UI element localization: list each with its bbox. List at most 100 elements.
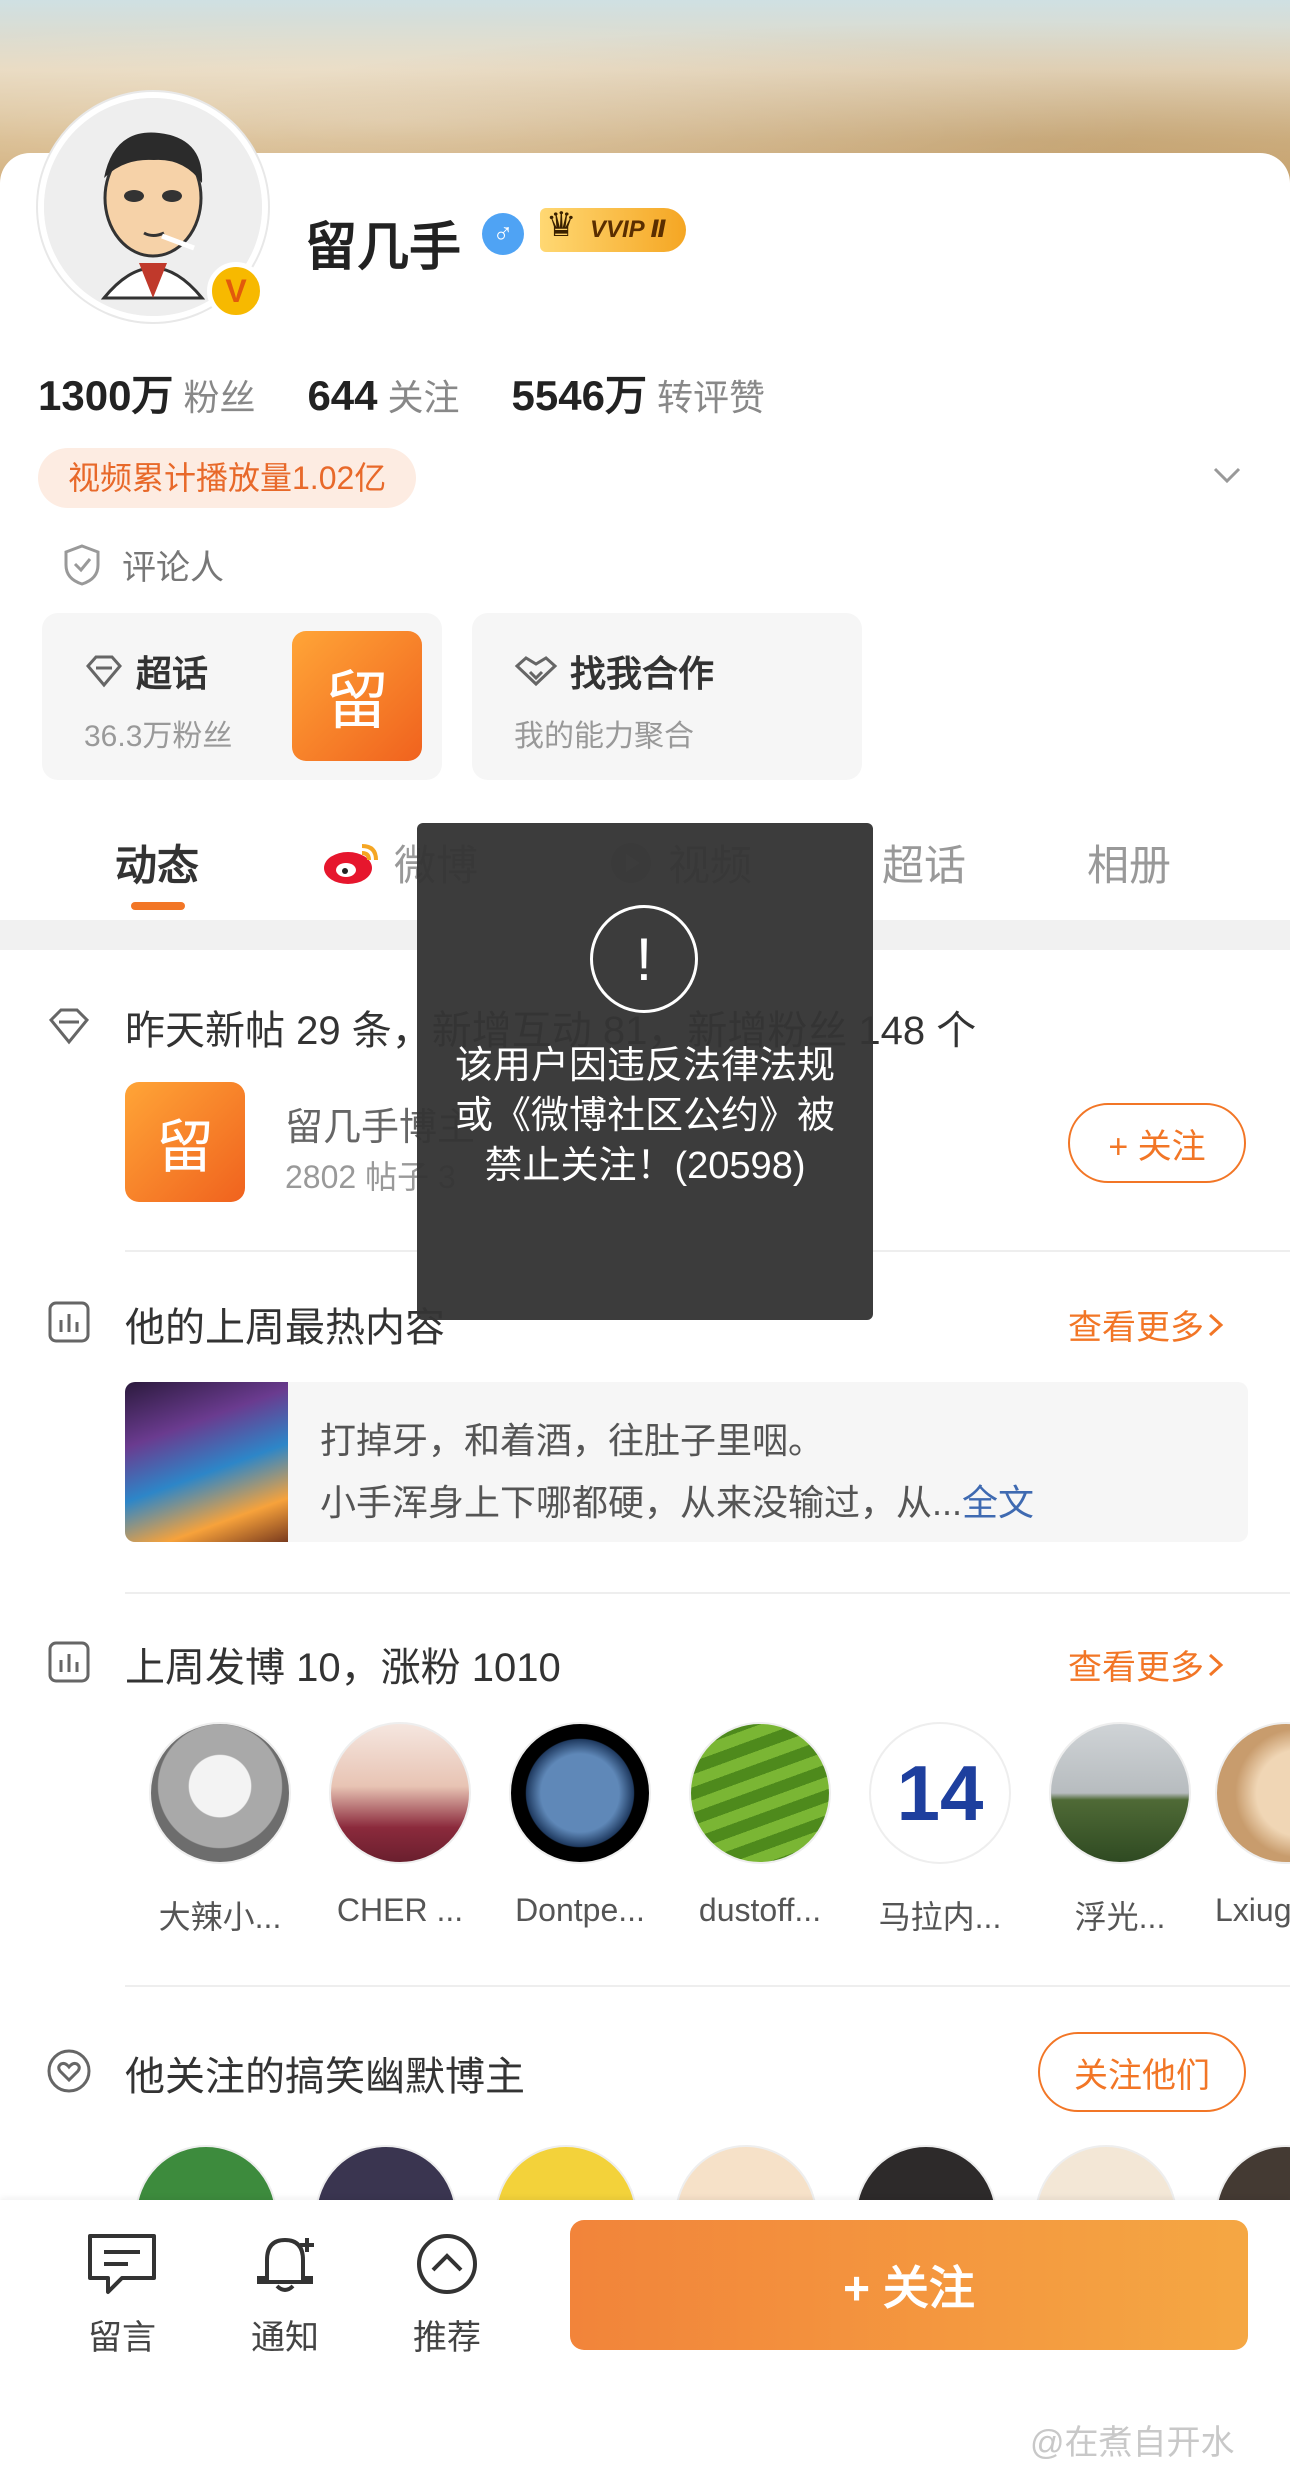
user-avatar [1215, 1722, 1290, 1864]
user-avatar [149, 1722, 291, 1864]
chevron-right-icon [1208, 1653, 1224, 1676]
heart-icon [47, 2049, 91, 2093]
weekly-more-link[interactable]: 查看更多 [1068, 1640, 1228, 1689]
topic-logo[interactable]: 留 [125, 1082, 245, 1202]
chevron-down-icon[interactable] [1212, 460, 1242, 490]
recommend-button[interactable]: 推荐 [387, 2230, 507, 2359]
post-excerpt: 小手浑身上下哪都硬，从来没输过，从... [320, 1482, 963, 1523]
notify-button[interactable]: 通知 [225, 2230, 345, 2359]
tab-supertopic[interactable]: 超话 [882, 832, 966, 893]
user-avatar[interactable] [1035, 2145, 1177, 2200]
toast-message: 该用户因违反法律法规或《微博社区公约》被禁止关注！(20598) [454, 1045, 835, 1187]
user-avatar[interactable] [855, 2145, 997, 2200]
post-line-2: 小手浑身上下哪都硬，从来没输过，从...全文 [320, 1474, 1034, 1526]
video-plays-pill[interactable]: 视频累计播放量1.02亿 [38, 448, 417, 508]
error-toast: ! 该用户因违反法律法规或《微博社区公约》被禁止关注！(20598) [417, 823, 873, 1320]
stat-interactions[interactable]: 5546万 转评赞 [512, 362, 765, 423]
tile-subtitle: 36.3万粉丝 [84, 720, 233, 753]
profile-stats: 1300万 粉丝 644 关注 5546万 转评赞 [38, 362, 817, 423]
follow-button[interactable]: + 关注 [570, 2220, 1248, 2350]
tile-subtitle: 我的能力聚合 [514, 720, 694, 753]
user-name: 大辣小... [158, 1899, 282, 1935]
full-text-link[interactable]: 全文 [962, 1482, 1034, 1523]
user-item[interactable]: Lxiug [1215, 1722, 1290, 1929]
tile-title-text: 找我合作 [570, 653, 715, 694]
stat-value: 644 [307, 372, 378, 419]
post-thumbnail [125, 1382, 288, 1542]
handshake-icon [514, 656, 558, 687]
chevron-right-icon [1208, 1313, 1224, 1336]
tile-title: 找我合作 [514, 645, 714, 697]
user-item[interactable]: CHER ... [315, 1722, 485, 1929]
stat-fans[interactable]: 1300万 粉丝 [38, 362, 255, 423]
hot-content-more-link[interactable]: 查看更多 [1068, 1300, 1228, 1349]
message-button[interactable]: 留言 [62, 2230, 182, 2359]
user-avatar[interactable] [1215, 2145, 1290, 2200]
stat-following[interactable]: 644 关注 [307, 369, 459, 421]
weekly-users-row: 大辣小... CHER ... Dontpe... dustoff... 14 … [135, 1722, 1290, 1942]
user-item[interactable]: 14 马拉内... [855, 1722, 1025, 1938]
verified-badge: V [207, 262, 265, 320]
chart-icon [48, 1641, 90, 1683]
more-label: 查看更多 [1068, 1309, 1204, 1347]
user-avatar [329, 1722, 471, 1864]
stat-label: 转评赞 [656, 377, 765, 418]
user-item[interactable]: dustoff... [675, 1722, 845, 1929]
divider [125, 1592, 1290, 1594]
bell-icon [257, 2237, 314, 2292]
user-name: dustoff... [698, 1892, 822, 1928]
crown-icon: ♛ [546, 206, 577, 244]
user-avatar[interactable] [315, 2145, 457, 2200]
chevron-up-circle-icon [417, 2234, 477, 2294]
user-avatar [1049, 1722, 1191, 1864]
stat-label: 粉丝 [183, 377, 256, 418]
divider [125, 1985, 1290, 1987]
diamond-icon [86, 655, 122, 688]
humor-title: 他关注的搞笑幽默博主 [125, 2055, 525, 2099]
user-item[interactable]: 大辣小... [135, 1722, 305, 1938]
user-avatar: 14 [869, 1722, 1011, 1864]
follow-topic-button[interactable]: + 关注 [1068, 1103, 1246, 1183]
comment-icon [88, 2234, 156, 2294]
user-item[interactable]: 浮光... [1035, 1722, 1205, 1938]
male-gender-icon: ♂ [482, 213, 524, 255]
user-name: Dontpe... [515, 1892, 645, 1928]
tab-dynamic[interactable]: 动态 [115, 832, 199, 893]
bottom-label: 通知 [251, 2319, 319, 2357]
humor-users-row [135, 2140, 1290, 2200]
stat-label: 关注 [387, 377, 460, 418]
user-avatar[interactable] [495, 2145, 637, 2200]
user-name: Lxiug [1215, 1892, 1290, 1928]
stat-value: 5546万 [511, 372, 647, 419]
chart-icon [48, 1301, 90, 1343]
user-name: 马拉内... [878, 1899, 1002, 1935]
follow-them-button[interactable]: 关注他们 [1038, 2032, 1246, 2112]
post-line-1: 打掉牙，和着酒，往肚子里咽。 [320, 1420, 825, 1461]
watermark: @在煮自开水 [1030, 2424, 1235, 2462]
weekly-summary: 上周发博 10，涨粉 1010 [125, 1646, 561, 1690]
role-row: 评论人 [62, 540, 224, 589]
user-avatar [509, 1722, 651, 1864]
warning-icon: ! [590, 905, 698, 1013]
active-tab-indicator [131, 902, 185, 910]
user-name: 浮光... [1074, 1899, 1166, 1935]
supertopic-tile[interactable]: 超话 36.3万粉丝 留 [42, 613, 442, 780]
gender-symbol: ♂ [492, 218, 514, 249]
more-label: 查看更多 [1068, 1649, 1204, 1687]
tile-title: 超话 [84, 645, 208, 697]
tile-title-text: 超话 [136, 653, 209, 694]
supertopic-logo: 留 [292, 631, 422, 761]
user-avatar[interactable] [135, 2145, 277, 2200]
bottom-label: 留言 [88, 2319, 156, 2357]
hot-post-card[interactable]: 打掉牙，和着酒，往肚子里咽。 小手浑身上下哪都硬，从来没输过，从...全文 [125, 1382, 1248, 1542]
tab-album[interactable]: 相册 [1087, 832, 1171, 893]
user-name: CHER ... [336, 1892, 464, 1928]
verified-mark: V [225, 272, 247, 309]
shield-icon [64, 543, 100, 586]
user-item[interactable]: Dontpe... [495, 1722, 665, 1929]
cooperation-tile[interactable]: 找我合作 我的能力聚合 [472, 613, 862, 780]
weibo-logo-icon [324, 843, 378, 884]
diamond-icon [48, 1008, 90, 1045]
bottom-label: 推荐 [413, 2319, 481, 2357]
user-avatar[interactable] [675, 2145, 817, 2200]
